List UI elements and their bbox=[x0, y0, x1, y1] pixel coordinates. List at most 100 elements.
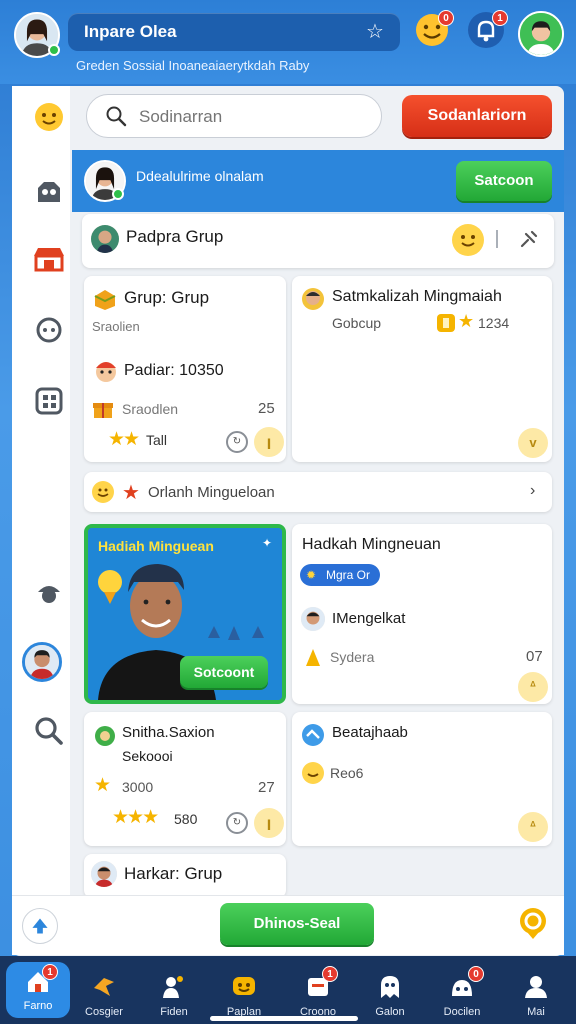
notification-badge: 0 bbox=[438, 10, 454, 26]
bottom-action-bar: Dhinos-Seal bbox=[12, 895, 564, 955]
reaction-icon[interactable]: ᐞ bbox=[518, 812, 548, 842]
friend-avatar[interactable] bbox=[518, 11, 564, 57]
mascot-face-icon bbox=[92, 356, 120, 384]
bell-badge: 1 bbox=[492, 10, 508, 26]
search-bar[interactable] bbox=[86, 94, 382, 138]
upload-icon[interactable] bbox=[22, 908, 58, 944]
title-bar[interactable]: Inpare Olea ☆ bbox=[68, 13, 400, 51]
left-rail bbox=[12, 86, 70, 896]
nav-galon[interactable]: Galon bbox=[358, 962, 422, 1024]
pin-icon[interactable] bbox=[518, 228, 540, 250]
refresh-icon[interactable]: ↻ bbox=[226, 812, 248, 834]
primary-bottom-button[interactable]: Dhinos-Seal bbox=[220, 903, 374, 945]
medal-icon[interactable] bbox=[516, 906, 550, 940]
red-action-button[interactable]: Sodanlariorn bbox=[402, 95, 552, 137]
reaction-icon[interactable]: ᐞ bbox=[518, 672, 548, 702]
card-title: Hadkah Mingneuan bbox=[302, 536, 441, 553]
nav-label: Mai bbox=[527, 1006, 545, 1018]
red-star-icon: ★ bbox=[122, 482, 140, 504]
nav-badge: 1 bbox=[42, 964, 58, 980]
coin-face-icon bbox=[302, 762, 324, 784]
calculator-icon[interactable] bbox=[32, 384, 66, 418]
notice-row[interactable]: ★ Orlanh Mingueloan › bbox=[84, 472, 552, 512]
notice-text: Orlanh Mingueloan bbox=[148, 484, 275, 501]
card-subtitle: Sraolien bbox=[92, 319, 140, 334]
nav-label: Galon bbox=[375, 1006, 405, 1018]
reaction-icon[interactable]: ꞁ bbox=[254, 808, 284, 838]
rating-stars: ★★ bbox=[108, 429, 140, 450]
group-card[interactable]: Hadkah Mingneuan ✹ Mgra Or IMengelkat Sy… bbox=[292, 524, 552, 704]
chat-bubble-icon[interactable] bbox=[32, 314, 66, 348]
mascot-icon[interactable] bbox=[32, 176, 66, 210]
reaction-icon[interactable]: ꞁ bbox=[254, 427, 284, 457]
nav-label: Docilen bbox=[443, 1006, 481, 1018]
tag-label: Mgra Or bbox=[326, 568, 371, 582]
refresh-icon[interactable]: ↻ bbox=[226, 431, 248, 453]
divider bbox=[496, 230, 498, 248]
nav-docilen[interactable]: 0 Docilen bbox=[430, 962, 494, 1024]
nav-home[interactable]: 1 Farno bbox=[6, 962, 70, 1018]
nav-mai[interactable]: Mai bbox=[504, 962, 568, 1024]
friends-icon bbox=[160, 972, 188, 1000]
group-row[interactable]: Padpra Grup bbox=[82, 214, 554, 268]
search-input[interactable] bbox=[139, 105, 369, 129]
card-subtitle: Sekoooi bbox=[122, 748, 173, 764]
store-icon[interactable] bbox=[32, 244, 66, 278]
search-icon[interactable] bbox=[32, 714, 66, 748]
rating-label: Tall bbox=[146, 432, 168, 448]
group-row-title: Padpra Grup bbox=[126, 227, 224, 246]
online-status-dot bbox=[48, 44, 60, 56]
smiley-sun-icon[interactable] bbox=[32, 100, 66, 134]
featured-card[interactable]: Hadiah Minguean ✦ Sotcoont bbox=[84, 524, 286, 704]
banner-green-button[interactable]: Satcoon bbox=[456, 161, 552, 201]
group-card[interactable]: Beatajhaab Reo6 ᐞ bbox=[292, 712, 552, 846]
group-card[interactable]: Snitha.Saxion Sekoooi ★ 3000 27 ★★★ 580 … bbox=[84, 712, 286, 846]
reaction-icon[interactable]: v bbox=[518, 428, 548, 458]
group-card[interactable]: Harkar: Grup bbox=[84, 854, 286, 898]
featured-title: Hadiah Minguean bbox=[98, 538, 214, 554]
nav-label: Farno bbox=[23, 1000, 53, 1012]
card-title: Satmkalizah Mingmaiah bbox=[332, 288, 502, 305]
nav-croono[interactable]: 1 Croono bbox=[286, 962, 350, 1024]
card-title: Grup: Grup bbox=[124, 288, 210, 307]
chevron-right-icon[interactable]: › bbox=[530, 482, 535, 500]
rating-stars: ★★★ bbox=[112, 807, 159, 828]
profile-hat-icon[interactable] bbox=[32, 576, 66, 610]
mini-avatar bbox=[90, 860, 118, 888]
user-icon bbox=[522, 972, 550, 1000]
gift-icon bbox=[92, 398, 114, 420]
tag-pill[interactable]: ✹ Mgra Or bbox=[300, 564, 381, 586]
card-number: 07 bbox=[526, 648, 543, 665]
nav-label: Fiden bbox=[160, 1006, 188, 1018]
avatar-mini-icon bbox=[300, 286, 326, 312]
group-avatar bbox=[90, 224, 120, 254]
card-subtitle: Reo6 bbox=[330, 765, 364, 781]
nav-fiden[interactable]: Fiden bbox=[142, 962, 206, 1024]
group-card[interactable]: Satmkalizah Mingmaiah Gobcup ★ 1234 v bbox=[292, 276, 552, 462]
points-value: 1234 bbox=[478, 315, 510, 331]
banner-text: Ddealulrime olnalam bbox=[136, 168, 264, 184]
card-line: 3000 bbox=[122, 779, 154, 795]
nav-cosgier[interactable]: Cosgier bbox=[72, 962, 136, 1024]
nav-badge: 1 bbox=[322, 966, 338, 982]
card-number: 25 bbox=[258, 400, 275, 417]
card-title: Snitha.Saxion bbox=[122, 724, 215, 741]
turtle-icon bbox=[92, 722, 118, 748]
smile-emoji-icon[interactable] bbox=[452, 224, 484, 256]
app-title: Inpare Olea bbox=[84, 22, 177, 41]
featured-more-icon[interactable]: ✦ bbox=[262, 536, 272, 550]
card-title: Harkar: Grup bbox=[124, 864, 223, 883]
featured-button[interactable]: Sotcoont bbox=[180, 656, 268, 688]
nav-paplan[interactable]: Paplan bbox=[212, 962, 276, 1024]
star-icon[interactable]: ☆ bbox=[366, 21, 388, 43]
card-number: 27 bbox=[258, 779, 275, 796]
header-subtitle: Greden Sossial Inoaneaiaerytkdah Raby bbox=[76, 58, 310, 73]
grin-emoji-icon bbox=[92, 481, 114, 503]
card-line: IMengelkat bbox=[332, 610, 406, 627]
group-card[interactable]: Grup: Grup Sraolien Padiar: 10350 Sraodl… bbox=[84, 276, 286, 462]
card-line: Sydera bbox=[330, 649, 375, 665]
mini-avatar bbox=[300, 606, 326, 632]
puzzle-icon bbox=[92, 286, 118, 312]
rail-user-avatar[interactable] bbox=[22, 642, 62, 682]
home-indicator bbox=[210, 1016, 358, 1021]
